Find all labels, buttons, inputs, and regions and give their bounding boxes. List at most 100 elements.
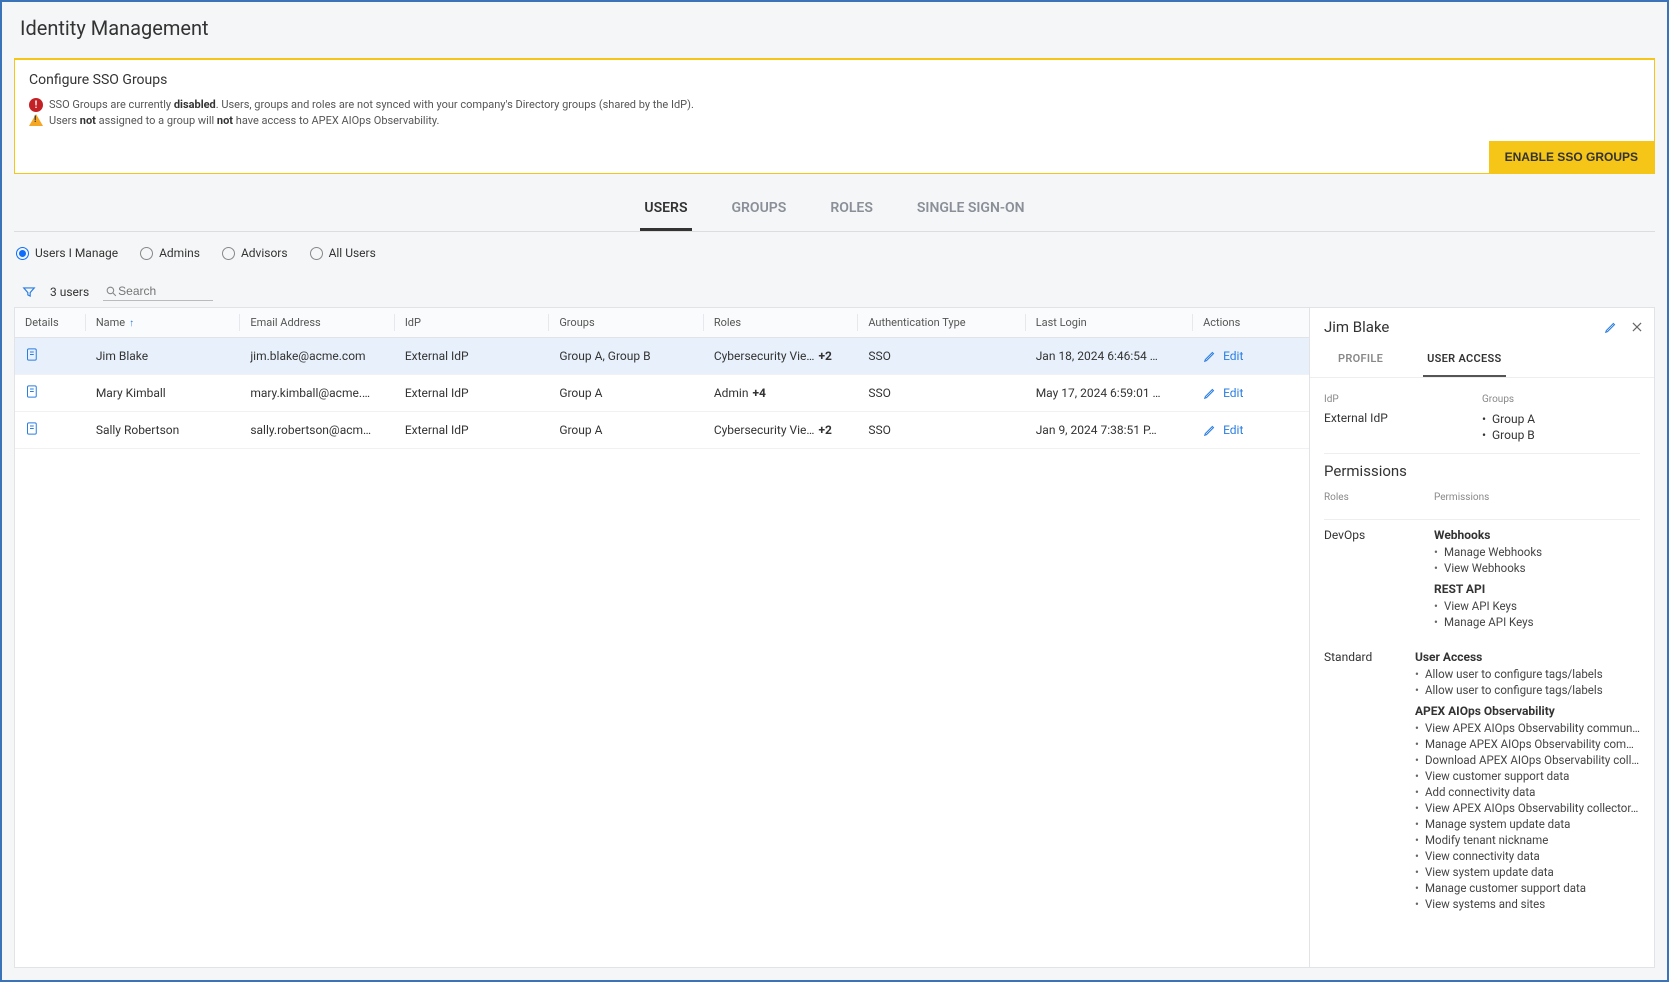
permissions-col-label: Permissions [1434,492,1640,503]
cell-groups: Group A [549,412,704,449]
tab-users[interactable]: USERS [640,190,691,231]
search-input[interactable] [118,284,198,298]
radio-users-i-manage[interactable]: Users I Manage [16,246,118,260]
cell-idp: External IdP [395,338,550,375]
tab-groups[interactable]: GROUPS [728,190,791,231]
idp-value: External IdP [1324,411,1482,425]
main-tabs: USERS GROUPS ROLES SINGLE SIGN-ON [14,190,1655,232]
col-name[interactable]: Name↑ [86,308,241,338]
perm-item: Manage Webhooks [1434,544,1640,560]
cell-last-login: Jan 18, 2024 6:46:54 … [1026,338,1193,375]
warning-icon [29,114,43,126]
filter-radio-row: Users I Manage Admins Advisors All Users [2,232,1667,268]
details-icon[interactable] [25,384,40,399]
perm-role-name: DevOps [1324,528,1434,636]
cell-name: Sally Robertson [86,412,241,449]
cell-groups: Group A, Group B [549,338,704,375]
perm-item: View systems and sites [1415,896,1640,912]
cell-auth: SSO [858,338,1025,375]
group-item: Group B [1482,427,1640,443]
perm-item: Manage system update data [1415,816,1640,832]
filter-icon[interactable] [22,285,36,299]
cell-idp: External IdP [395,375,550,412]
table-row[interactable]: Mary Kimballmary.kimball@acme.…External … [15,375,1309,412]
side-panel-title: Jim Blake [1324,318,1389,336]
perm-group-title: User Access [1415,650,1640,664]
cell-last-login: Jan 9, 2024 7:38:51 P… [1026,412,1193,449]
details-icon[interactable] [25,347,40,362]
col-roles[interactable]: Roles [704,308,859,338]
users-table-wrap: DetailsName↑Email AddressIdPGroupsRolesA… [14,307,1310,968]
table-row[interactable]: Sally Robertsonsally.robertson@acm…Exter… [15,412,1309,449]
details-icon[interactable] [25,421,40,436]
sso-banner: Configure SSO Groups ! SSO Groups are cu… [14,58,1655,174]
cell-name: Mary Kimball [86,375,241,412]
cell-groups: Group A [549,375,704,412]
perm-role-row: StandardUser Access Allow user to configu… [1324,650,1640,918]
cell-auth: SSO [858,412,1025,449]
perm-item: Manage customer support data [1415,880,1640,896]
radio-admins[interactable]: Admins [140,246,200,260]
perm-item: Manage API Keys [1434,614,1640,630]
cell-email: jim.blake@acme.com [240,338,395,375]
groups-label: Groups [1482,394,1640,405]
error-icon: ! [29,98,43,112]
sort-arrow-icon: ↑ [129,318,134,329]
radio-advisors[interactable]: Advisors [222,246,288,260]
col-email-address[interactable]: Email Address [240,308,395,338]
col-groups[interactable]: Groups [549,308,704,338]
cell-auth: SSO [858,375,1025,412]
cell-roles: Cybersecurity Vie…+2 [704,338,859,375]
tab-roles[interactable]: ROLES [826,190,877,231]
perm-role-name: Standard [1324,650,1415,918]
enable-sso-groups-button[interactable]: ENABLE SSO GROUPS [1489,141,1654,173]
perm-group-title: REST API [1434,582,1640,596]
cell-idp: External IdP [395,412,550,449]
cell-email: mary.kimball@acme.… [240,375,395,412]
group-item: Group A [1482,411,1640,427]
perm-item: View API Keys [1434,598,1640,614]
banner-title: Configure SSO Groups [29,72,1640,88]
perm-item: Add connectivity data [1415,784,1640,800]
perm-item: View Webhooks [1434,560,1640,576]
perm-item: View connectivity data [1415,848,1640,864]
cell-email: sally.robertson@acm… [240,412,395,449]
perm-item: Modify tenant nickname [1415,832,1640,848]
side-tab-user-access[interactable]: USER ACCESS [1423,344,1505,377]
page-title: Identity Management [2,2,1667,50]
perm-item: Download APEX AIOps Observability coll… [1415,752,1640,768]
side-tab-profile[interactable]: PROFILE [1334,344,1387,377]
col-last-login[interactable]: Last Login [1026,308,1193,338]
perm-item: View customer support data [1415,768,1640,784]
table-row[interactable]: Jim Blakejim.blake@acme.comExternal IdPG… [15,338,1309,375]
banner-line-2: Users not assigned to a group will not h… [29,114,1640,127]
perm-item: View APEX AIOps Observability collector… [1415,800,1640,816]
close-icon[interactable] [1630,320,1644,334]
edit-icon[interactable] [1604,320,1618,334]
banner-line-1: ! SSO Groups are currently disabled. Use… [29,98,1640,112]
perm-group-title: Webhooks [1434,528,1640,542]
col-authentication-type[interactable]: Authentication Type [858,308,1025,338]
perm-item: View system update data [1415,864,1640,880]
perm-group-title: APEX AIOps Observability [1415,704,1640,718]
user-count: 3 users [50,285,89,299]
perm-item: View APEX AIOps Observability commun… [1415,720,1640,736]
search-wrap [103,282,213,301]
radio-all-users[interactable]: All Users [310,246,376,260]
edit-button[interactable]: Edit [1203,386,1299,400]
side-panel: Jim Blake PROFILEUSER ACCESS IdP Externa… [1310,307,1655,968]
cell-roles: Cybersecurity Vie…+2 [704,412,859,449]
cell-roles: Admin+4 [704,375,859,412]
col-actions[interactable]: Actions [1193,308,1309,338]
roles-col-label: Roles [1324,492,1434,503]
cell-last-login: May 17, 2024 6:59:01 … [1026,375,1193,412]
edit-button[interactable]: Edit [1203,423,1299,437]
perm-item: Allow user to configure tags/labels [1415,682,1640,698]
col-details[interactable]: Details [15,308,86,338]
col-idp[interactable]: IdP [395,308,550,338]
users-table: DetailsName↑Email AddressIdPGroupsRolesA… [15,308,1309,449]
edit-button[interactable]: Edit [1203,349,1299,363]
perm-role-row: DevOpsWebhooks Manage WebhooksView Webhoo… [1324,528,1640,636]
permissions-heading: Permissions [1324,462,1640,480]
tab-single-sign-on[interactable]: SINGLE SIGN-ON [913,190,1029,231]
